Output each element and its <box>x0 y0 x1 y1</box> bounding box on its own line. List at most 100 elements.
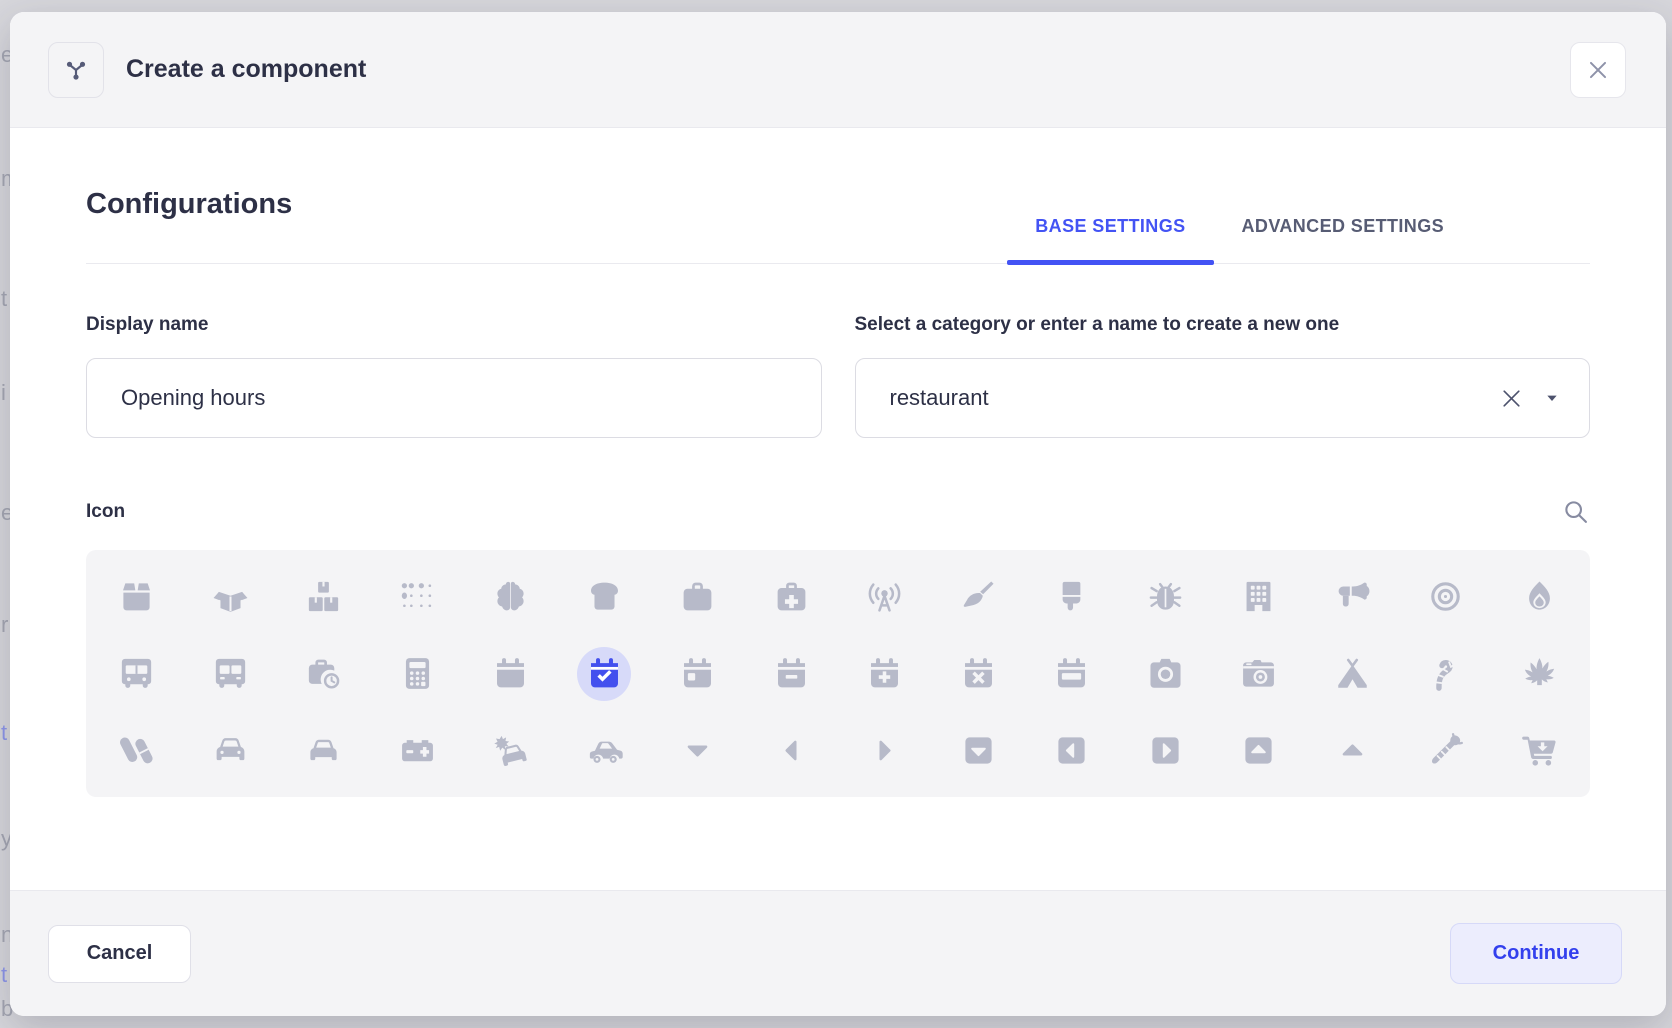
icon-option-caret-down[interactable] <box>651 714 745 788</box>
icon-option-box-open[interactable] <box>184 560 278 634</box>
tab-advanced-settings[interactable]: ADVANCED SETTINGS <box>1214 216 1472 263</box>
icon-option-calendar-week[interactable] <box>1025 637 1119 711</box>
display-name-input[interactable] <box>86 358 822 438</box>
icon-option-bread-slice[interactable] <box>558 560 652 634</box>
icon-section-header: Icon <box>86 498 1590 526</box>
calculator-icon <box>390 647 444 701</box>
icon-option-cart-arrow-down[interactable] <box>1493 714 1587 788</box>
background-text-fragment: r <box>1 612 8 638</box>
caret-square-right-icon <box>1138 724 1192 778</box>
icon-option-calculator[interactable] <box>371 637 465 711</box>
icon-option-calendar[interactable] <box>464 637 558 711</box>
settings-tabs: BASE SETTINGS ADVANCED SETTINGS <box>1007 216 1472 263</box>
calendar-day-icon <box>671 647 725 701</box>
icon-option-carrot[interactable] <box>1399 714 1493 788</box>
box-open-icon <box>203 570 257 624</box>
icon-picker-grid <box>86 550 1590 797</box>
icon-option-briefcase[interactable] <box>651 560 745 634</box>
icon-option-caret-square-left[interactable] <box>1025 714 1119 788</box>
icon-option-car-alt[interactable] <box>277 714 371 788</box>
icon-option-boxes[interactable] <box>277 560 371 634</box>
background-text-fragment: t <box>1 720 7 746</box>
icon-option-bug[interactable] <box>1119 560 1213 634</box>
camera-retro-icon <box>1232 647 1286 701</box>
camera-icon <box>1138 647 1192 701</box>
icon-option-campground[interactable] <box>1306 637 1400 711</box>
background-text-fragment: t <box>1 286 7 312</box>
burn-icon <box>1512 570 1566 624</box>
page-backdrop: { "header": { "title": "Create a compone… <box>0 0 1672 1028</box>
icon-option-camera-retro[interactable] <box>1212 637 1306 711</box>
cancel-button[interactable]: Cancel <box>48 925 191 983</box>
car-alt-icon <box>297 724 351 778</box>
icon-option-car[interactable] <box>184 714 278 788</box>
icon-option-caret-left[interactable] <box>745 714 839 788</box>
cart-arrow-down-icon <box>1512 724 1566 778</box>
icon-option-building[interactable] <box>1212 560 1306 634</box>
icon-option-braille[interactable] <box>371 560 465 634</box>
caret-square-down-icon <box>951 724 1005 778</box>
icon-option-car-battery[interactable] <box>371 714 465 788</box>
icon-option-brush[interactable] <box>1025 560 1119 634</box>
icon-option-brain[interactable] <box>464 560 558 634</box>
icon-option-broom[interactable] <box>932 560 1026 634</box>
icon-option-caret-up[interactable] <box>1306 714 1400 788</box>
carrot-icon <box>1419 724 1473 778</box>
icon-option-car-crash[interactable] <box>464 714 558 788</box>
clear-category-button[interactable] <box>1499 386 1524 411</box>
building-icon <box>1232 570 1286 624</box>
category-label: Select a category or enter a name to cre… <box>855 314 1591 336</box>
icon-option-calendar-times[interactable] <box>932 637 1026 711</box>
dialog-title: Create a component <box>126 55 366 84</box>
icon-option-car-side[interactable] <box>558 714 652 788</box>
bus-icon <box>110 647 164 701</box>
car-icon <box>203 724 257 778</box>
create-component-dialog: Create a component Configurations BASE S… <box>10 12 1666 1016</box>
icon-option-burn[interactable] <box>1493 560 1587 634</box>
icon-option-bus-alt[interactable] <box>184 637 278 711</box>
icon-option-cannabis[interactable] <box>1493 637 1587 711</box>
icon-option-bullseye[interactable] <box>1399 560 1493 634</box>
brush-icon <box>1045 570 1099 624</box>
icon-option-business-time[interactable] <box>277 637 371 711</box>
icon-option-calendar-check-selected[interactable] <box>558 637 652 711</box>
caret-right-icon <box>858 724 912 778</box>
braille-icon <box>390 570 444 624</box>
caret-up-icon <box>1325 724 1379 778</box>
broadcast-tower-icon <box>858 570 912 624</box>
icon-option-caret-square-right[interactable] <box>1119 714 1213 788</box>
dialog-footer: Cancel Continue <box>10 890 1666 1016</box>
icon-option-calendar-day[interactable] <box>651 637 745 711</box>
icon-option-bus[interactable] <box>90 637 184 711</box>
component-node-icon <box>48 42 104 98</box>
icon-search-button[interactable] <box>1562 498 1590 526</box>
icon-option-bullhorn[interactable] <box>1306 560 1400 634</box>
briefcase-icon <box>671 570 725 624</box>
icon-option-box[interactable] <box>90 560 184 634</box>
continue-button[interactable]: Continue <box>1450 923 1622 984</box>
icon-option-calendar-minus[interactable] <box>745 637 839 711</box>
close-icon <box>1585 57 1611 83</box>
calendar-icon <box>484 647 538 701</box>
icon-option-briefcase-medical[interactable] <box>745 560 839 634</box>
icon-option-caret-square-down[interactable] <box>932 714 1026 788</box>
bus-alt-icon <box>203 647 257 701</box>
car-battery-icon <box>390 724 444 778</box>
icon-option-camera[interactable] <box>1119 637 1213 711</box>
brain-icon <box>484 570 538 624</box>
form-row: Display name Select a category or enter … <box>86 314 1590 438</box>
tab-base-settings[interactable]: BASE SETTINGS <box>1007 216 1213 263</box>
category-select-input[interactable] <box>855 358 1591 438</box>
category-dropdown-button[interactable] <box>1544 390 1560 406</box>
icon-option-calendar-plus[interactable] <box>838 637 932 711</box>
icon-option-candy-cane[interactable] <box>1399 637 1493 711</box>
dialog-body: Configurations BASE SETTINGS ADVANCED SE… <box>10 188 1666 797</box>
candy-cane-icon <box>1419 647 1473 701</box>
icon-option-caret-square-up[interactable] <box>1212 714 1306 788</box>
close-button[interactable] <box>1570 42 1626 98</box>
icon-option-capsules[interactable] <box>90 714 184 788</box>
icon-option-broadcast-tower[interactable] <box>838 560 932 634</box>
category-field-group: Select a category or enter a name to cre… <box>855 314 1591 438</box>
icon-option-caret-right[interactable] <box>838 714 932 788</box>
display-name-label: Display name <box>86 314 822 336</box>
